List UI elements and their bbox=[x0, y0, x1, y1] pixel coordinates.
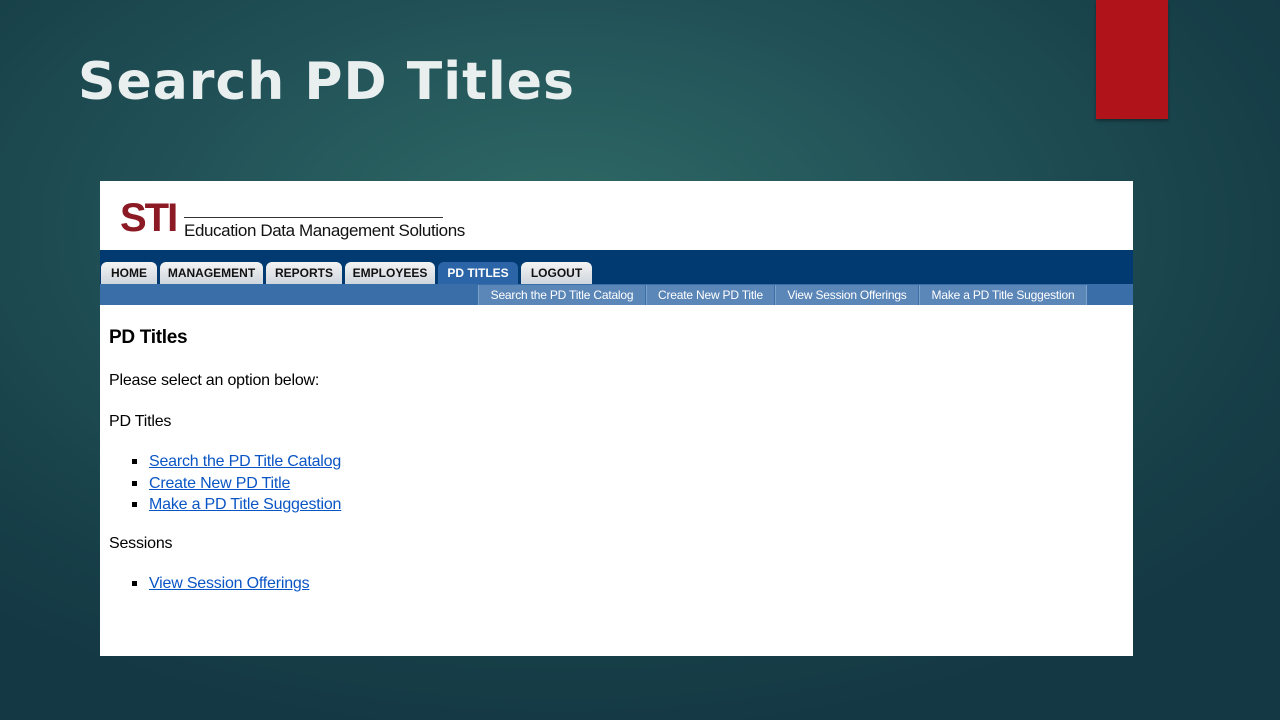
tab-employees[interactable]: EMPLOYEES bbox=[345, 262, 435, 284]
brand-logo: STI bbox=[120, 196, 178, 240]
tab-reports[interactable]: REPORTS bbox=[266, 262, 342, 284]
tab-management[interactable]: MANAGEMENT bbox=[160, 262, 263, 284]
link-create-title[interactable]: Create New PD Title bbox=[149, 475, 290, 492]
list-item: Make a PD Title Suggestion bbox=[109, 494, 341, 516]
bullet-icon bbox=[132, 459, 137, 464]
main-tab-bar: HOME MANAGEMENT REPORTS EMPLOYEES PD TIT… bbox=[100, 250, 1133, 284]
pd-titles-link-list: Search the PD Title Catalog Create New P… bbox=[109, 451, 341, 516]
logo-divider bbox=[184, 217, 443, 218]
bullet-icon bbox=[132, 480, 137, 486]
slide-title: Search PD Titles bbox=[78, 52, 575, 112]
sessions-link-list: View Session Offerings bbox=[109, 573, 310, 595]
tab-pd-titles[interactable]: PD TITLES bbox=[438, 262, 518, 284]
sub-tab-bar: Search the PD Title Catalog Create New P… bbox=[100, 284, 1133, 305]
subtab-make-suggestion[interactable]: Make a PD Title Suggestion bbox=[919, 285, 1087, 305]
section-heading-pd-titles: PD Titles bbox=[109, 413, 172, 430]
list-item: View Session Offerings bbox=[109, 573, 310, 595]
tab-home[interactable]: HOME bbox=[101, 262, 157, 284]
link-view-sessions[interactable]: View Session Offerings bbox=[149, 575, 310, 592]
list-item: Create New PD Title bbox=[109, 473, 341, 495]
bullet-icon bbox=[132, 581, 137, 586]
subtab-view-sessions[interactable]: View Session Offerings bbox=[775, 285, 918, 305]
subtab-search-catalog[interactable]: Search the PD Title Catalog bbox=[478, 285, 645, 305]
main-content: PD Titles Please select an option below:… bbox=[109, 305, 1133, 656]
app-header: STI Education Data Management Solutions bbox=[100, 181, 1133, 250]
page-title: PD Titles bbox=[109, 327, 188, 348]
accent-bar bbox=[1096, 0, 1168, 119]
section-heading-sessions: Sessions bbox=[109, 535, 173, 552]
list-item: Search the PD Title Catalog bbox=[109, 451, 341, 473]
link-search-catalog[interactable]: Search the PD Title Catalog bbox=[149, 453, 341, 470]
instruction-text: Please select an option below: bbox=[109, 372, 320, 389]
tab-logout[interactable]: LOGOUT bbox=[521, 262, 592, 284]
brand-tagline: Education Data Management Solutions bbox=[184, 221, 465, 240]
app-screenshot: STI Education Data Management Solutions … bbox=[100, 181, 1133, 656]
bullet-icon bbox=[132, 502, 137, 507]
link-make-suggestion[interactable]: Make a PD Title Suggestion bbox=[149, 496, 341, 513]
subtab-create-title[interactable]: Create New PD Title bbox=[646, 285, 774, 305]
